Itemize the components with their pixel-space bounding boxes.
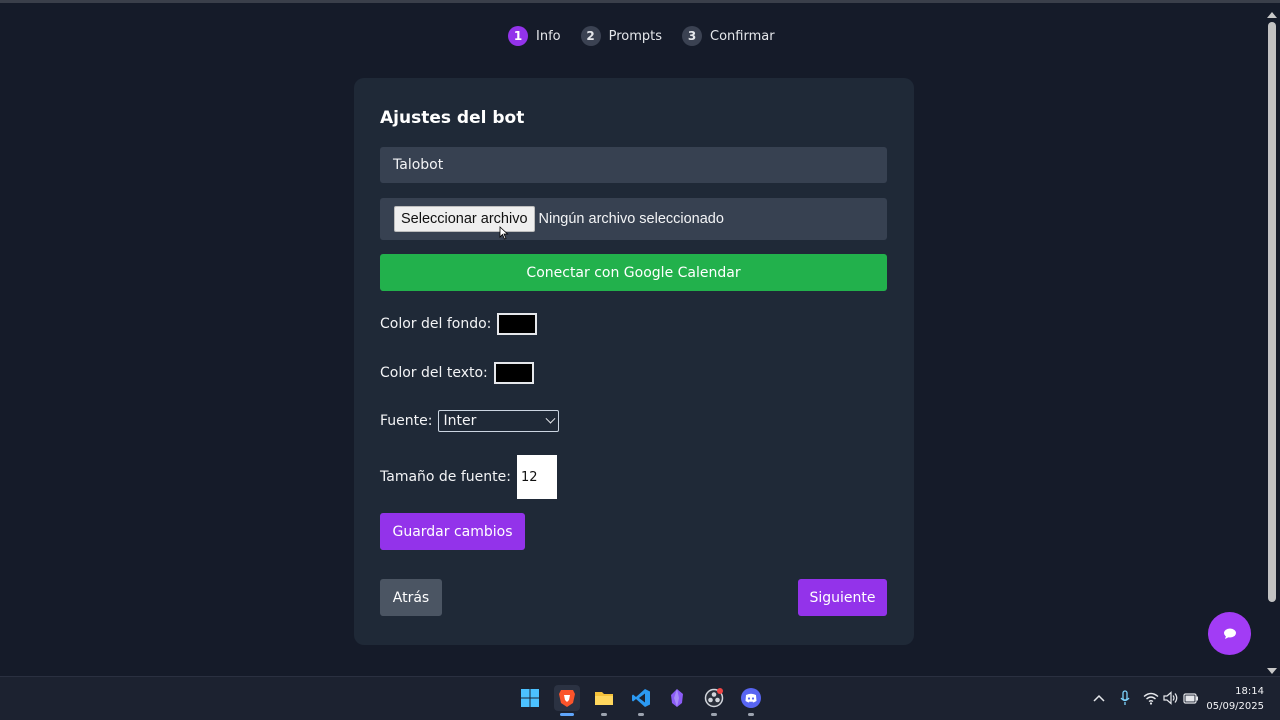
font-label: Fuente:	[380, 413, 433, 429]
open-indicator	[711, 713, 717, 716]
file-status-text: Ningún archivo seleccionado	[538, 211, 724, 227]
discord-icon[interactable]	[738, 685, 764, 716]
clock-date: 05/09/2025	[1206, 701, 1264, 712]
step-prompts[interactable]: 2 Prompts	[580, 26, 663, 46]
file-explorer-icon[interactable]	[591, 685, 617, 716]
brave-browser-icon[interactable]	[554, 685, 580, 716]
connect-google-calendar-button[interactable]: Conectar con Google Calendar	[380, 254, 887, 291]
active-indicator	[560, 713, 574, 716]
system-clock[interactable]: 18:14 05/09/2025	[1206, 684, 1264, 714]
chat-bubble-icon	[1223, 628, 1236, 639]
open-indicator	[748, 713, 754, 716]
step-number: 1	[508, 26, 528, 46]
font-select[interactable]: Inter	[438, 410, 560, 432]
scrollbar-thumb[interactable]	[1268, 22, 1276, 602]
text-color-label: Color del texto:	[380, 365, 488, 381]
font-size-row: Tamaño de fuente: 12	[380, 455, 557, 499]
step-info[interactable]: 1 Info	[508, 26, 561, 46]
save-changes-button[interactable]: Guardar cambios	[380, 513, 525, 550]
battery-icon[interactable]	[1183, 690, 1199, 706]
bg-color-picker[interactable]	[497, 313, 538, 335]
speaker-icon[interactable]	[1163, 690, 1179, 706]
clock-time: 18:14	[1235, 686, 1264, 697]
font-size-label: Tamaño de fuente:	[380, 469, 511, 485]
scroll-up-icon[interactable]	[1267, 12, 1277, 18]
chevron-up-icon[interactable]	[1091, 690, 1107, 706]
text-color-row: Color del texto:	[380, 362, 534, 384]
font-row: Fuente: Inter	[380, 410, 560, 432]
vscode-icon[interactable]	[628, 685, 654, 716]
chevron-down-icon	[546, 413, 556, 424]
wizard-stepper: 1 Info 2 Prompts 3 Confirmar	[508, 26, 775, 46]
step-label: Prompts	[608, 28, 663, 44]
wifi-icon[interactable]	[1143, 690, 1159, 706]
obsidian-icon[interactable]	[664, 685, 690, 711]
back-button[interactable]: Atrás	[380, 579, 442, 616]
bot-name-input[interactable]: Talobot	[380, 147, 887, 183]
obs-studio-icon[interactable]	[701, 685, 727, 716]
card-title: Ajustes del bot	[380, 108, 525, 128]
windows-taskbar: 18:14 05/09/2025	[0, 676, 1280, 720]
bg-color-row: Color del fondo:	[380, 313, 538, 335]
windows-start-icon[interactable]	[517, 685, 543, 711]
open-indicator	[601, 713, 607, 716]
chat-widget-button[interactable]	[1208, 612, 1251, 655]
font-select-value: Inter	[443, 413, 477, 429]
step-label: Info	[536, 28, 561, 44]
select-file-button[interactable]: Seleccionar archivo	[394, 206, 535, 232]
mouse-cursor-icon	[499, 226, 509, 240]
open-indicator	[638, 713, 644, 716]
step-number: 2	[580, 26, 601, 46]
page-scrollbar[interactable]	[1264, 10, 1280, 676]
next-button[interactable]: Siguiente	[798, 579, 887, 616]
step-label: Confirmar	[710, 28, 775, 44]
file-upload-field: Seleccionar archivo Ningún archivo selec…	[380, 198, 887, 240]
text-color-picker[interactable]	[493, 362, 534, 384]
step-number: 3	[682, 26, 703, 46]
bg-color-label: Color del fondo:	[380, 316, 492, 332]
bot-settings-card: Ajustes del bot Talobot Seleccionar arch…	[354, 78, 914, 645]
browser-top-strip	[0, 0, 1280, 3]
font-size-input[interactable]: 12	[516, 455, 557, 499]
microphone-icon[interactable]	[1117, 690, 1133, 706]
step-confirmar[interactable]: 3 Confirmar	[682, 26, 775, 46]
scroll-down-icon[interactable]	[1267, 668, 1277, 674]
